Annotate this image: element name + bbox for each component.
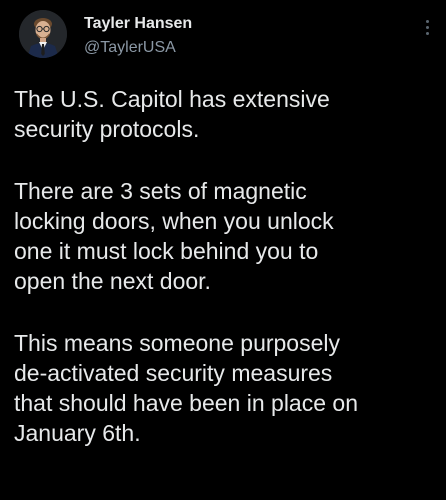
avatar-image xyxy=(19,10,67,58)
author-display-name[interactable]: Tayler Hansen xyxy=(84,14,192,34)
tweet-text: The U.S. Capitol has extensive security … xyxy=(14,84,438,480)
tweet-paragraph: There are 3 sets of magnetic locking doo… xyxy=(14,176,438,296)
text-line: de-activated security measures xyxy=(14,360,333,386)
tweet-card: Tayler Hansen @TaylerUSA The U.S. Capito… xyxy=(0,0,446,500)
author-handle[interactable]: @TaylerUSA xyxy=(84,38,192,58)
text-line: that should have been in place on xyxy=(14,390,358,416)
text-line: open the next door. xyxy=(14,268,211,294)
text-line: The U.S. Capitol has extensive xyxy=(14,86,330,112)
text-line: This means someone purposely xyxy=(14,330,340,356)
author-block: Tayler Hansen @TaylerUSA xyxy=(84,14,192,58)
avatar[interactable] xyxy=(19,10,67,58)
more-options-icon[interactable] xyxy=(420,20,434,40)
text-line: locking doors, when you unlock xyxy=(14,208,334,234)
text-line: There are 3 sets of magnetic xyxy=(14,178,307,204)
tweet-paragraph: This means someone purposely de-activate… xyxy=(14,328,438,448)
text-line: January 6th. xyxy=(14,420,141,446)
text-line: one it must lock behind you to xyxy=(14,238,319,264)
tweet-paragraph: The U.S. Capitol has extensive security … xyxy=(14,84,438,144)
text-line: security protocols. xyxy=(14,116,200,142)
